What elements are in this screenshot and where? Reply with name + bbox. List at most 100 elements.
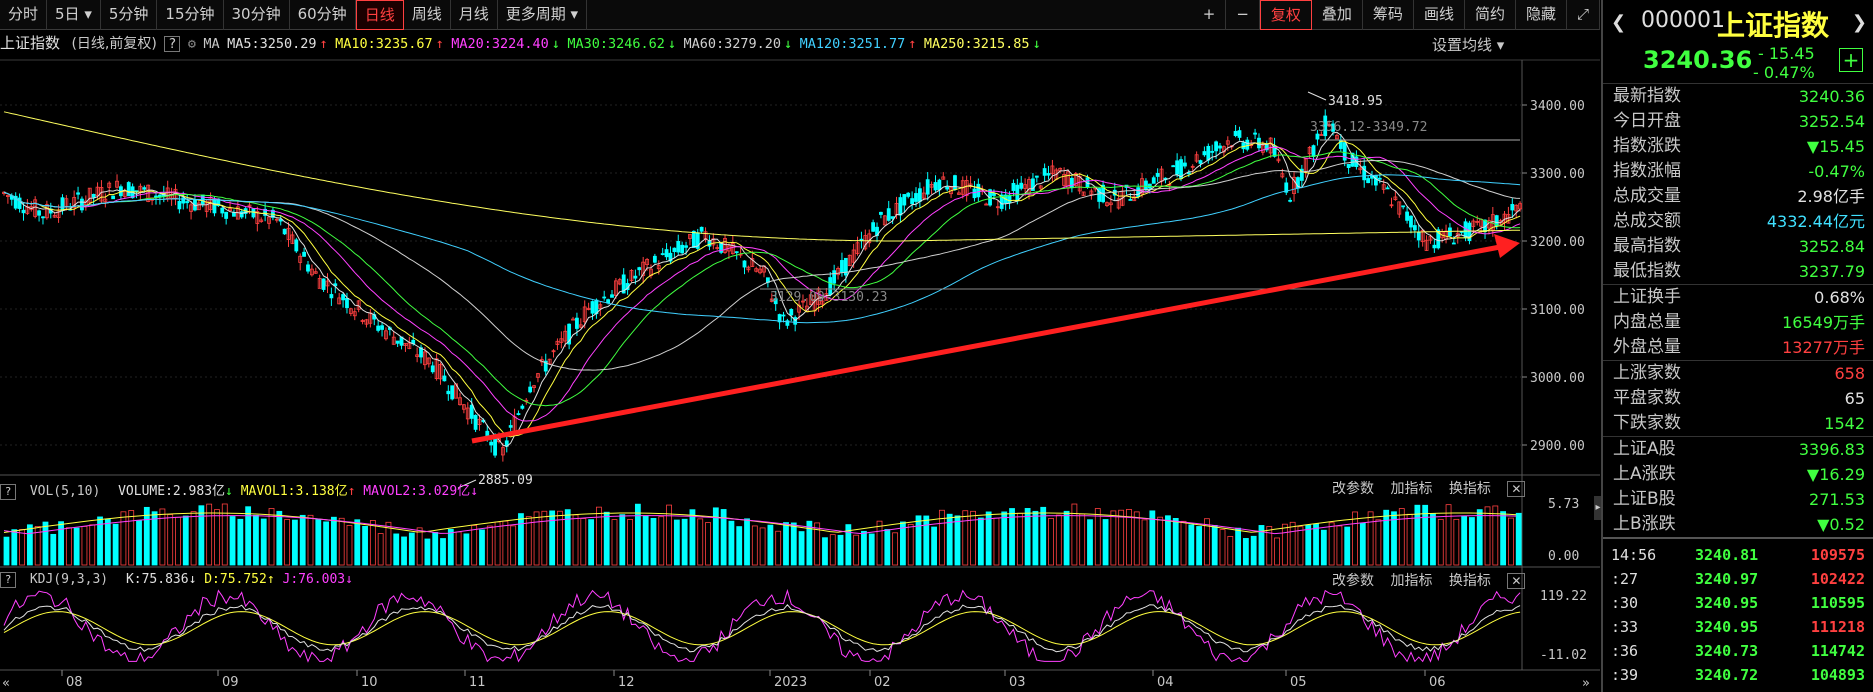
- candle-body: [232, 212, 236, 217]
- chevron-right-icon[interactable]: ❯: [1852, 12, 1867, 33]
- candle-body: [976, 183, 981, 198]
- candle-body: [1007, 194, 1012, 204]
- time-axis-label: 11: [469, 675, 486, 690]
- trend-arrow: [471, 244, 1501, 444]
- help-icon[interactable]: ?: [0, 484, 16, 500]
- candle-body: [1218, 145, 1222, 149]
- candle-body: [1412, 225, 1417, 231]
- add-watchlist-icon[interactable]: +: [1839, 48, 1863, 72]
- volume-bar: [198, 505, 205, 566]
- volume-bar: [1437, 518, 1444, 566]
- candle-body: [1155, 173, 1160, 177]
- kdj-switch-indicator[interactable]: 换指标: [1449, 573, 1491, 589]
- candle-body: [590, 301, 595, 314]
- chevron-left-icon[interactable]: ❮: [1611, 12, 1626, 33]
- candle-body: [345, 298, 349, 309]
- tick-row: :36 3240.73 114742: [1603, 639, 1873, 663]
- volume-bar: [385, 521, 392, 566]
- quote-row: 上证A股 3396.83: [1603, 437, 1873, 462]
- volume-bar: [11, 529, 18, 566]
- volume-bar: [1165, 515, 1171, 566]
- volume-bar: [775, 530, 782, 566]
- volume-bar: [284, 519, 291, 566]
- volume-bar: [985, 511, 992, 566]
- candle-body: [933, 182, 938, 191]
- tick-price: 3240.97: [1695, 570, 1759, 588]
- candle-body: [610, 294, 614, 298]
- volume-bar: [1406, 513, 1413, 566]
- candle-body: [871, 222, 876, 232]
- volume-bar: [377, 533, 384, 566]
- volume-bar: [73, 527, 80, 566]
- volume-bar: [923, 515, 930, 566]
- volume-bar: [338, 517, 345, 566]
- help-icon[interactable]: ?: [0, 572, 16, 588]
- volume-bar: [112, 523, 119, 566]
- volume-bar: [455, 531, 462, 566]
- volume-bar: [369, 520, 376, 566]
- kdj-edit-params[interactable]: 改参数: [1332, 573, 1374, 589]
- quote-label: 平盘家数: [1613, 388, 1681, 408]
- candle-body: [1405, 211, 1409, 221]
- quote-row: 最高指数 3252.84: [1603, 234, 1873, 259]
- quote-label: 总成交量: [1613, 186, 1681, 206]
- candle-body: [1206, 145, 1211, 161]
- volume-bar: [861, 530, 867, 566]
- vol-add-indicator[interactable]: 加指标: [1390, 481, 1432, 497]
- candle-body: [699, 226, 704, 232]
- tick-time: :33: [1611, 618, 1639, 636]
- vol-switch-indicator[interactable]: 换指标: [1449, 481, 1491, 497]
- candle-body: [652, 255, 657, 263]
- volume-bar: [1188, 524, 1195, 566]
- tick-volume: 104893: [1810, 666, 1865, 684]
- kdj-title: KDJ(9,3,3): [29, 572, 109, 587]
- volume-bar: [1102, 519, 1109, 566]
- time-axis-label: 08: [66, 675, 83, 690]
- volume-bar: [416, 527, 423, 566]
- volume-bar: [1141, 519, 1148, 566]
- tick-volume: 102422: [1810, 570, 1865, 588]
- volume-bar: [1110, 510, 1117, 566]
- volume-bar: [1087, 519, 1093, 566]
- vol-edit-params[interactable]: 改参数: [1332, 481, 1374, 497]
- volume-bar: [1320, 529, 1327, 566]
- volume-bar: [1461, 515, 1468, 566]
- volume-bar: [104, 518, 111, 566]
- candle-body: [1202, 151, 1207, 156]
- quote-value: 0.68%: [1814, 288, 1865, 307]
- volume-bar: [292, 519, 298, 566]
- kdj-add-indicator[interactable]: 加指标: [1390, 573, 1432, 589]
- quote-row: 上证B股 271.53: [1603, 487, 1873, 512]
- candle-body: [76, 192, 80, 195]
- volume-bar: [689, 509, 696, 566]
- change-amount: - 15.45: [1758, 44, 1815, 63]
- volume-bar: [190, 511, 197, 566]
- volume-bar: [759, 527, 766, 566]
- candle-body: [1042, 168, 1047, 176]
- close-icon[interactable]: ✕: [1507, 481, 1526, 497]
- volume-bar: [447, 528, 454, 566]
- stock-name: 上证指数: [1717, 9, 1830, 42]
- candle-body: [972, 188, 977, 199]
- volume-bar: [790, 522, 797, 566]
- candle-body: [321, 278, 326, 290]
- volume-bar: [268, 508, 275, 566]
- candle-body: [1214, 141, 1219, 152]
- volume-bar: [1250, 535, 1257, 566]
- candle-body: [1432, 244, 1437, 249]
- volume-bar: [151, 511, 158, 566]
- tick-price: 3240.73: [1695, 642, 1759, 660]
- close-icon[interactable]: ✕: [1507, 573, 1526, 589]
- tick-price: 3240.72: [1695, 666, 1759, 684]
- volume-bar: [518, 513, 524, 566]
- quote-row: 今日开盘 3252.54: [1603, 109, 1873, 134]
- price-change: - 15.45 - 0.47%: [1753, 44, 1815, 82]
- candle-body: [380, 325, 384, 330]
- volume-bar: [42, 521, 49, 566]
- time-axis-label: 10: [361, 675, 378, 690]
- tick-list[interactable]: 14:56 3240.81 109575:27 3240.97 102422:30 324…: [1603, 537, 1873, 687]
- candle-body: [80, 198, 84, 211]
- volume-bar: [744, 518, 750, 566]
- candle-body: [1510, 204, 1515, 211]
- volume-bar: [128, 510, 135, 566]
